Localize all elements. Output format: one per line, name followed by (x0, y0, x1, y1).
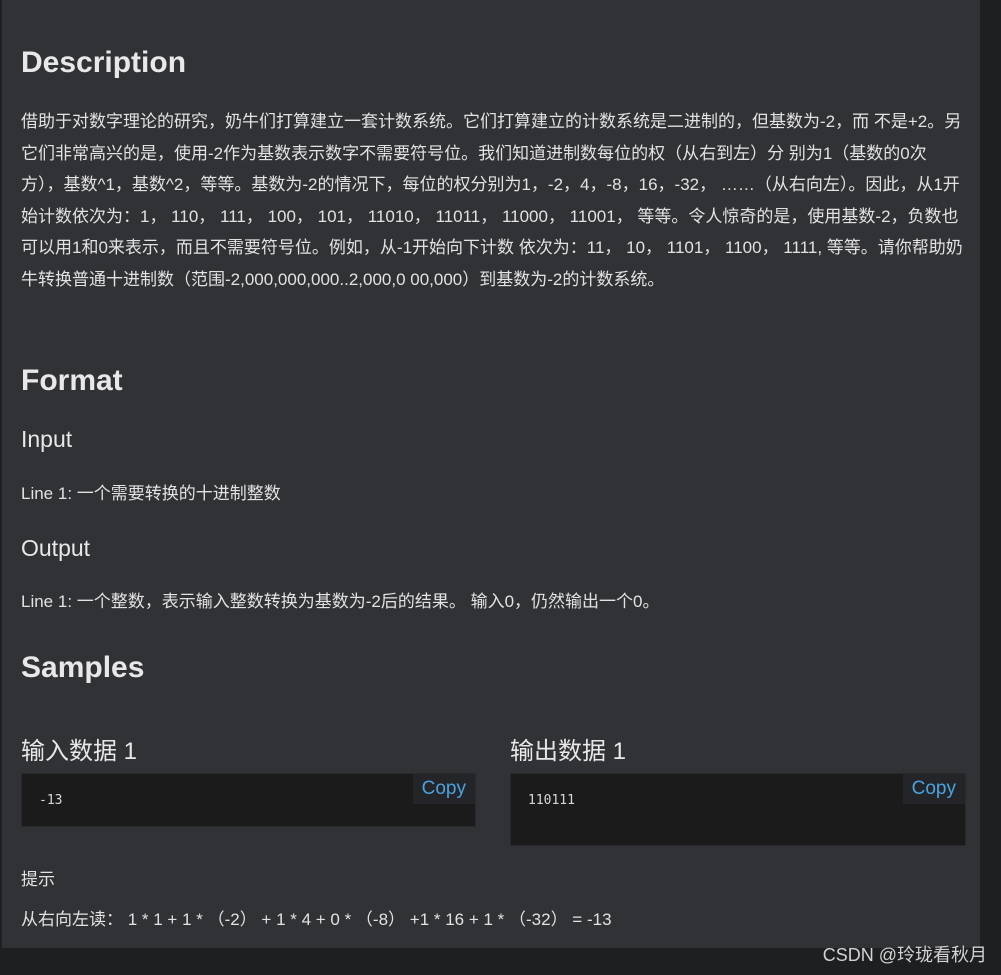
samples-heading: Samples (21, 651, 145, 684)
sample-input-value[interactable]: -13 (39, 793, 62, 808)
input-description: Line 1: 一个需要转换的十进制整数 (21, 484, 281, 503)
hint-label: 提示 (21, 870, 55, 889)
sample-input-title: 输入数据 1 (21, 738, 138, 765)
sample-output-value[interactable]: 110111 (528, 793, 575, 808)
format-heading: Format (21, 364, 123, 397)
description-text: 借助于对数字理论的研究，奶牛们打算建立一套计数系统。它们打算建立的计数系统是二进… (21, 112, 963, 289)
copy-output-button[interactable]: Copy (902, 774, 965, 804)
watermark: CSDN @玲珑看秋月 (822, 945, 987, 965)
sample-input-box: -13 Copy (21, 773, 476, 827)
output-heading: Output (21, 535, 91, 561)
sample-output-title: 输出数据 1 (510, 738, 627, 765)
scrollbar-track[interactable] (980, 0, 1001, 975)
description-heading: Description (21, 46, 187, 79)
copy-input-button[interactable]: Copy (412, 774, 475, 804)
input-heading: Input (21, 426, 73, 452)
output-description: Line 1: 一个整数，表示输入整数转换为基数为-2后的结果。 输入0，仍然输… (21, 592, 660, 611)
problem-panel: Description 借助于对数字理论的研究，奶牛们打算建立一套计数系统。它们… (2, 0, 980, 948)
hint-text: 从右向左读： 1 * 1 + 1 * （-2） + 1 * 4 + 0 * （-… (21, 910, 612, 929)
sample-output-box: 110111 Copy (510, 773, 966, 846)
